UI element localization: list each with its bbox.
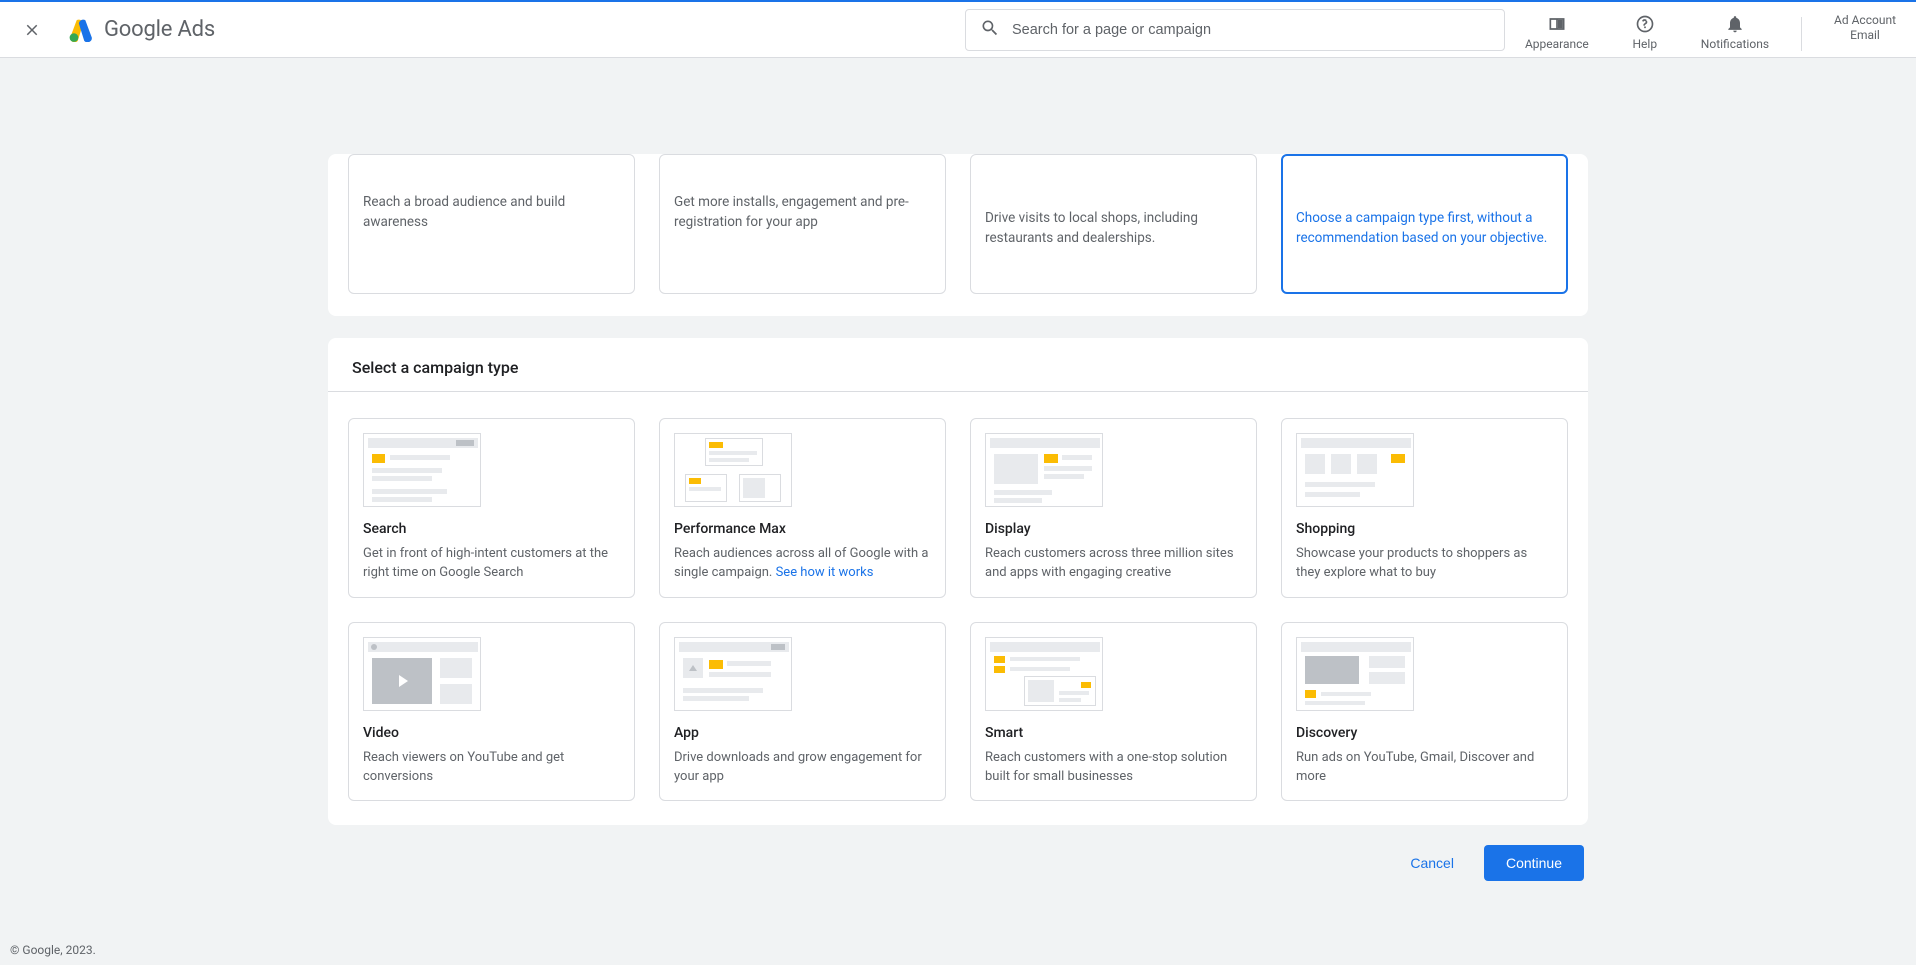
- objective-card-awareness[interactable]: Reach a broad audience and build awarene…: [348, 154, 635, 294]
- ct-desc: Reach customers across three million sit…: [985, 545, 1242, 583]
- content-scroll-area[interactable]: Reach a broad audience and build awarene…: [0, 0, 1916, 965]
- ct-desc: Reach customers with a one-stop solution…: [985, 749, 1242, 787]
- notifications-label: Notifications: [1701, 37, 1769, 51]
- video-thumb-icon: [363, 637, 481, 711]
- ct-title: Smart: [985, 725, 1242, 741]
- help-button[interactable]: Help: [1615, 13, 1675, 51]
- campaign-type-panel: Select a campaign type Search Get in fro…: [328, 338, 1588, 825]
- notifications-button[interactable]: Notifications: [1701, 13, 1769, 51]
- bell-icon: [1725, 13, 1745, 35]
- objective-card-no-goal[interactable]: Choose a campaign type first, without a …: [1281, 154, 1568, 294]
- search-input[interactable]: [1012, 22, 1490, 38]
- shopping-thumb-icon: [1296, 433, 1414, 507]
- appearance-button[interactable]: Appearance: [1525, 13, 1589, 51]
- ads-logo-icon: [68, 18, 94, 42]
- display-thumb-icon: [985, 433, 1103, 507]
- header-actions: Appearance Help Notifications Ad Account…: [1525, 9, 1896, 51]
- app-thumb-icon: [674, 637, 792, 711]
- ct-desc: Run ads on YouTube, Gmail, Discover and …: [1296, 749, 1553, 787]
- ct-title: App: [674, 725, 931, 741]
- objective-card-app[interactable]: Get more installs, engagement and pre-re…: [659, 154, 946, 294]
- help-label: Help: [1633, 37, 1658, 51]
- app-header: Google Ads Appearance Help Notifications: [0, 0, 1916, 58]
- ct-title: Display: [985, 521, 1242, 537]
- objective-card-local[interactable]: Drive visits to local shops, including r…: [970, 154, 1257, 294]
- campaign-type-performance-max[interactable]: Performance Max Reach audiences across a…: [659, 418, 946, 598]
- objective-desc: Choose a campaign type first, without a …: [1296, 209, 1553, 248]
- search-thumb-icon: [363, 433, 481, 507]
- ct-desc: Reach viewers on YouTube and get convers…: [363, 749, 620, 787]
- help-icon: [1635, 13, 1655, 35]
- ct-desc: Get in front of high-intent customers at…: [363, 545, 620, 583]
- ct-title: Discovery: [1296, 725, 1553, 741]
- close-icon[interactable]: [20, 18, 44, 42]
- account-line1: Ad Account: [1834, 13, 1896, 29]
- objective-panel: Reach a broad audience and build awarene…: [328, 154, 1588, 316]
- campaign-type-discovery[interactable]: Discovery Run ads on YouTube, Gmail, Dis…: [1281, 622, 1568, 802]
- ct-desc: Showcase your products to shoppers as th…: [1296, 545, 1553, 583]
- campaign-type-video[interactable]: Video Reach viewers on YouTube and get c…: [348, 622, 635, 802]
- ct-title: Shopping: [1296, 521, 1553, 537]
- objective-desc: Get more installs, engagement and pre-re…: [674, 193, 931, 232]
- brand-text: Google Ads: [104, 17, 215, 42]
- campaign-type-shopping[interactable]: Shopping Showcase your products to shopp…: [1281, 418, 1568, 598]
- campaign-type-search[interactable]: Search Get in front of high-intent custo…: [348, 418, 635, 598]
- ct-title: Performance Max: [674, 521, 931, 537]
- campaign-type-app[interactable]: App Drive downloads and grow engagement …: [659, 622, 946, 802]
- search-icon: [980, 18, 1000, 42]
- cancel-button[interactable]: Cancel: [1388, 845, 1476, 881]
- pmax-learn-link[interactable]: See how it works: [776, 565, 874, 580]
- page-footer: © Google, 2023.: [0, 937, 106, 965]
- ct-desc: Drive downloads and grow engagement for …: [674, 749, 931, 787]
- ct-desc: Reach audiences across all of Google wit…: [674, 545, 931, 583]
- account-line2: Email: [1850, 28, 1880, 44]
- pmax-thumb-icon: [674, 433, 792, 507]
- appearance-icon: [1547, 13, 1567, 35]
- smart-thumb-icon: [985, 637, 1103, 711]
- campaign-type-display[interactable]: Display Reach customers across three mil…: [970, 418, 1257, 598]
- brand-logo[interactable]: Google Ads: [68, 17, 215, 42]
- search-box[interactable]: [965, 9, 1505, 51]
- ct-title: Video: [363, 725, 620, 741]
- account-menu[interactable]: Ad Account Email: [1834, 13, 1896, 44]
- footer-actions: Cancel Continue: [328, 825, 1588, 905]
- campaign-type-smart[interactable]: Smart Reach customers with a one-stop so…: [970, 622, 1257, 802]
- header-divider: [1801, 17, 1802, 51]
- discovery-thumb-icon: [1296, 637, 1414, 711]
- ct-title: Search: [363, 521, 620, 537]
- objective-desc: Drive visits to local shops, including r…: [985, 209, 1242, 248]
- continue-button[interactable]: Continue: [1484, 845, 1584, 881]
- campaign-type-title: Select a campaign type: [328, 338, 1588, 392]
- objective-desc: Reach a broad audience and build awarene…: [363, 193, 620, 232]
- appearance-label: Appearance: [1525, 37, 1589, 51]
